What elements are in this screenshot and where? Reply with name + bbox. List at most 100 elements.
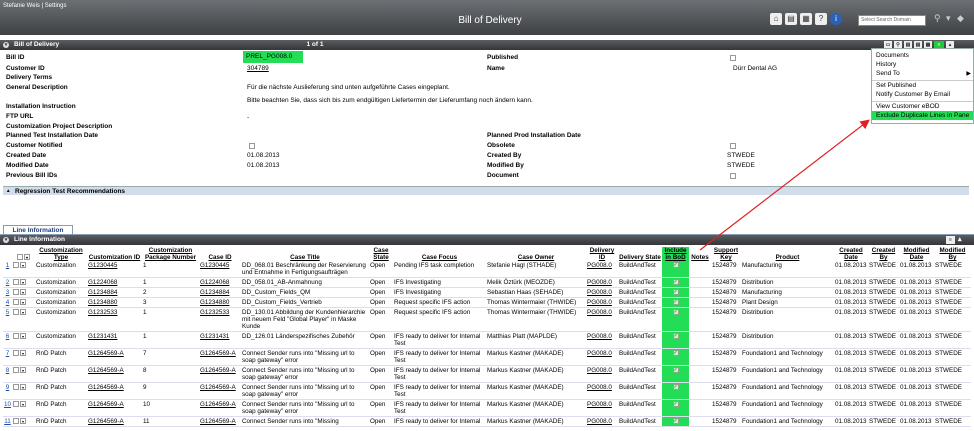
cell-did[interactable]: PG008.0: [586, 307, 618, 332]
table-row[interactable]: 9 ▾ RnD Patch G1264569-A 9 G1264569-A Connect …: [3, 382, 971, 400]
menu-item-documents[interactable]: Documents: [872, 51, 973, 60]
menu-item-set-published[interactable]: Set Published: [872, 80, 973, 90]
customer-id-link[interactable]: 304789: [247, 65, 269, 72]
chevron-down-icon[interactable]: ▾: [946, 13, 951, 24]
regression-section-header[interactable]: ▴ Regression Test Recommendations: [3, 186, 969, 195]
row-select-checkbox[interactable]: [13, 309, 19, 315]
expand-icon[interactable]: ▴: [7, 187, 10, 196]
document-checkbox[interactable]: [730, 173, 736, 179]
cell-idx[interactable]: 4: [3, 297, 12, 308]
include-in-bod-checkbox[interactable]: ✓: [672, 418, 679, 424]
row-select-checkbox[interactable]: [13, 333, 19, 339]
user-settings-link[interactable]: Stefanie Weis | Settings: [3, 3, 66, 9]
cell-idx[interactable]: 9: [3, 382, 12, 400]
search-icon[interactable]: ⚲: [934, 13, 941, 24]
cell-cid[interactable]: G1264569-A: [87, 382, 142, 400]
col-modified-date[interactable]: Modified Date: [899, 247, 934, 261]
table-row[interactable]: 1 ▾ Customization G1230445 1 G1230445 DD_068.0…: [3, 261, 971, 278]
cell-cid[interactable]: G1234884: [87, 287, 142, 298]
table-row[interactable]: 6 ▾ Customization G1231431 1 G1231431 DD_126.0…: [3, 331, 971, 349]
table-row[interactable]: 11 ▾ RnD Patch G1264569-A 11 G1264569-A Connec…: [3, 416, 971, 427]
row-menu-dropdown[interactable]: ▾: [20, 350, 26, 356]
clipboard-icon[interactable]: ▤: [785, 13, 797, 25]
cell-idx[interactable]: 2: [3, 277, 12, 288]
row-menu-dropdown[interactable]: ▾: [20, 367, 26, 373]
cell-cid[interactable]: G1264569-A: [87, 399, 142, 417]
customer-notified-checkbox[interactable]: [249, 143, 255, 149]
cell-did[interactable]: PG008.0: [586, 331, 618, 349]
cell-idx[interactable]: 6: [3, 331, 12, 349]
cell-idx[interactable]: 7: [3, 348, 12, 366]
published-checkbox[interactable]: [730, 55, 736, 61]
info-icon[interactable]: i: [830, 13, 842, 25]
table-row[interactable]: 7 ▾ RnD Patch G1264569-A 7 G1264569-A Connect …: [3, 348, 971, 366]
include-in-bod-checkbox[interactable]: ✓: [672, 384, 679, 390]
cell-did[interactable]: PG008.0: [586, 416, 618, 427]
col-case-title[interactable]: Case Title: [241, 247, 369, 261]
include-in-bod-checkbox[interactable]: ✓: [672, 289, 679, 295]
col-include-in-bod[interactable]: Include in BoD: [662, 247, 689, 261]
row-menu-dropdown[interactable]: ▾: [20, 309, 26, 315]
col-notes[interactable]: Notes: [689, 247, 711, 261]
cell-cid[interactable]: G1230445: [87, 261, 142, 278]
include-in-bod-checkbox[interactable]: ✓: [672, 367, 679, 373]
cell-cid[interactable]: G1224068: [87, 277, 142, 288]
cell-idx[interactable]: 11: [3, 416, 12, 427]
cell-case[interactable]: G1264569-A: [199, 416, 241, 427]
cell-did[interactable]: PG008.0: [586, 277, 618, 288]
row-menu-dropdown[interactable]: ▾: [20, 262, 26, 268]
options-icon[interactable]: ◆: [957, 13, 964, 24]
cell-case[interactable]: G1264569-A: [199, 399, 241, 417]
table-row[interactable]: 8 ▾ RnD Patch G1264569-A 8 G1264569-A Connect …: [3, 365, 971, 383]
col-customization-id[interactable]: Customization ID: [87, 247, 142, 261]
col-case-state[interactable]: Case State: [369, 247, 393, 261]
col-delivery-id[interactable]: Delivery ID: [586, 247, 618, 261]
row-select-checkbox[interactable]: [13, 279, 19, 285]
col-product[interactable]: Product: [741, 247, 834, 261]
include-in-bod-checkbox[interactable]: ✓: [672, 262, 679, 268]
search-domain-input[interactable]: Select Search Domain: [858, 15, 926, 26]
cell-idx[interactable]: 10: [3, 399, 12, 417]
cell-cid[interactable]: G1264569-A: [87, 365, 142, 383]
cell-did[interactable]: PG008.0: [586, 297, 618, 308]
menu-item-view-customer-ebod[interactable]: View Customer eBOD: [872, 101, 973, 111]
col-created-by[interactable]: Created By: [868, 247, 899, 261]
cell-did[interactable]: PG008.0: [586, 365, 618, 383]
cell-idx[interactable]: 8: [3, 365, 12, 383]
table-row[interactable]: 4 ▾ Customization G1234880 3 G1234880 DD_Custo…: [3, 297, 971, 308]
chevron-up-icon[interactable]: ▴: [958, 235, 962, 245]
col-customization-type[interactable]: Customization Type: [35, 247, 87, 261]
table-row[interactable]: 5 ▾ Customization G1232533 1 G1232533 DD_130.0…: [3, 307, 971, 332]
cell-did[interactable]: PG008.0: [586, 348, 618, 366]
include-in-bod-checkbox[interactable]: ✓: [672, 279, 679, 285]
cell-case[interactable]: G1230445: [199, 261, 241, 278]
cell-case[interactable]: G1264569-A: [199, 382, 241, 400]
help-icon[interactable]: ?: [815, 13, 827, 25]
col-delivery-state[interactable]: Delivery State: [618, 247, 662, 261]
cell-did[interactable]: PG008.0: [586, 399, 618, 417]
line-actions-button[interactable]: ≡: [946, 236, 955, 244]
row-menu-dropdown[interactable]: ▾: [20, 299, 26, 305]
include-in-bod-checkbox[interactable]: ✓: [672, 333, 679, 339]
cell-idx[interactable]: 5: [3, 307, 12, 332]
include-in-bod-checkbox[interactable]: ✓: [672, 299, 679, 305]
col-case-owner[interactable]: Case Owner: [486, 247, 586, 261]
cell-cid[interactable]: G1264569-A: [87, 348, 142, 366]
obsolete-checkbox[interactable]: [730, 143, 736, 149]
row-menu-dropdown[interactable]: ▾: [20, 279, 26, 285]
collapse-icon[interactable]: ▾: [3, 42, 9, 48]
row-select-checkbox[interactable]: [13, 262, 19, 268]
row-select-checkbox[interactable]: [13, 401, 19, 407]
cell-case[interactable]: G1232533: [199, 307, 241, 332]
row-select-checkbox[interactable]: [13, 289, 19, 295]
cell-cid[interactable]: G1234880: [87, 297, 142, 308]
cell-case[interactable]: G1264569-A: [199, 365, 241, 383]
cell-cid[interactable]: G1231431: [87, 331, 142, 349]
table-row[interactable]: 3 ▾ Customization G1234884 2 G1234884 DD_Custo…: [3, 287, 971, 298]
select-all-control[interactable]: ▾: [12, 247, 35, 261]
row-menu-dropdown[interactable]: ▾: [20, 289, 26, 295]
cell-case[interactable]: G1234884: [199, 287, 241, 298]
col-support-key[interactable]: Support Key: [711, 247, 741, 261]
include-in-bod-checkbox[interactable]: ✓: [672, 309, 679, 315]
table-row[interactable]: 10 ▾ RnD Patch G1264569-A 10 G1264569-A Connec…: [3, 399, 971, 417]
